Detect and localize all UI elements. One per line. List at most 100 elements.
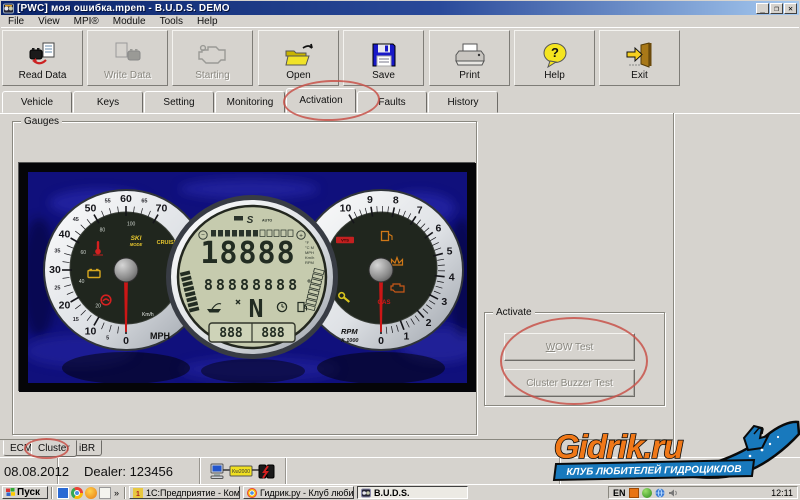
status-dealer: Dealer: 123456 (58, 458, 200, 485)
restore-button[interactable]: ❐ (770, 3, 783, 14)
start-button[interactable]: Пуск (2, 486, 48, 499)
app-icon (3, 3, 14, 14)
page-tabs: Vehicle Keys Setting Monitoring Activati… (0, 88, 800, 113)
rpm-unit-label: RPM (341, 327, 358, 336)
svg-text:10: 10 (340, 203, 352, 215)
system-tray: EN 12:11 (608, 486, 798, 499)
lcd-bottom-left-value: 888 (219, 326, 243, 341)
save-label: Save (372, 70, 395, 81)
minimize-button[interactable]: _ (756, 3, 769, 14)
menu-help[interactable]: Help (190, 16, 225, 27)
exit-icon (625, 40, 655, 70)
1c-icon: 1 (133, 488, 143, 498)
svg-text:40: 40 (79, 279, 85, 285)
cluster-buzzer-test-button[interactable]: Cluster Buzzer Test (504, 369, 635, 397)
player-icon[interactable] (85, 487, 97, 499)
svg-text:7: 7 (417, 204, 423, 216)
svg-text:35: 35 (54, 249, 60, 255)
read-data-button[interactable]: Read Data (2, 30, 83, 86)
menu-bar: File View MPI® Module Tools Help (1, 15, 799, 28)
save-icon (371, 40, 397, 70)
svg-text:2: 2 (426, 317, 432, 329)
toolbar: Read Data Write Data Starting (0, 28, 800, 88)
help-button[interactable]: ? Help (514, 30, 595, 86)
task-gidrik[interactable]: Гидрик.ру - Клуб люби... (243, 486, 354, 499)
tray-agent-icon[interactable] (629, 488, 639, 498)
svg-text:6: 6 (436, 222, 442, 234)
svg-text:9: 9 (367, 194, 373, 206)
tray-antivirus-icon[interactable] (642, 488, 652, 498)
tray-network-icon[interactable] (655, 488, 665, 498)
menu-tools[interactable]: Tools (153, 16, 190, 27)
gauge-cluster-image: 0102030405060705152535455565 20406080100… (18, 162, 475, 391)
svg-text:0: 0 (378, 335, 384, 347)
svg-text:60: 60 (120, 193, 132, 205)
taskbar-separator (124, 487, 126, 499)
svg-text:S: S (247, 215, 254, 226)
taskbar-clock[interactable]: 12:11 (771, 488, 793, 498)
vts-indicator: VTS (336, 237, 354, 243)
svg-text:10: 10 (85, 325, 97, 337)
buds-application-window: [PWC] моя ошибка.mpem - B.U.D.S. DEMO _ … (0, 0, 800, 500)
tab-keys[interactable]: Keys (73, 91, 143, 113)
menu-view[interactable]: View (31, 16, 67, 27)
tray-volume-icon[interactable] (668, 488, 678, 498)
svg-text:1: 1 (404, 330, 410, 342)
svg-text:80: 80 (100, 228, 106, 234)
svg-text:60: 60 (81, 250, 87, 256)
module-tab-cluster[interactable]: Cluster (31, 440, 77, 457)
tab-activation[interactable]: Activation (286, 88, 356, 113)
notes-icon[interactable] (99, 487, 111, 499)
svg-text:8: 8 (393, 195, 399, 207)
write-data-button[interactable]: Write Data (87, 30, 168, 86)
menu-file[interactable]: File (1, 16, 31, 27)
tab-monitoring[interactable]: Monitoring (215, 91, 285, 113)
svg-text:X 1000: X 1000 (340, 338, 358, 344)
svg-text:40: 40 (59, 229, 71, 241)
starting-button[interactable]: Starting (172, 30, 253, 86)
svg-text:0: 0 (123, 335, 129, 347)
windows-logo-icon (6, 488, 15, 497)
svg-text:Kw2000: Kw2000 (231, 469, 249, 475)
svg-text:20: 20 (59, 300, 71, 312)
gauges-groupbox-label: Gauges (21, 116, 62, 127)
task-1c[interactable]: 1 1С:Предприятие - Комп... (129, 486, 240, 499)
svg-text:65: 65 (141, 198, 147, 204)
kw2000-adapter-icon: Kw2000 (230, 466, 252, 476)
svg-text:?: ? (551, 45, 559, 60)
menu-module[interactable]: Module (106, 16, 153, 27)
close-button[interactable]: ✕ (784, 3, 797, 14)
activate-groupbox: Activate WOW Test Cluster Buzzer Test (484, 312, 665, 406)
help-icon: ? (542, 40, 568, 70)
svg-text:50: 50 (85, 203, 97, 215)
save-button[interactable]: Save (343, 30, 424, 86)
open-icon (283, 40, 315, 70)
svg-text:25: 25 (54, 285, 60, 291)
svg-text:20: 20 (95, 304, 101, 310)
svg-text:RPM: RPM (305, 260, 314, 265)
show-desktop-icon[interactable] (57, 487, 69, 499)
exit-button[interactable]: Exit (599, 30, 680, 86)
activate-groupbox-label: Activate (493, 307, 535, 318)
tab-vehicle[interactable]: Vehicle (2, 91, 72, 113)
menu-mpi[interactable]: MPI® (67, 16, 106, 27)
quick-launch-overflow[interactable]: » (114, 488, 119, 498)
language-indicator[interactable]: EN (613, 488, 626, 498)
help-label: Help (544, 70, 565, 81)
tab-faults[interactable]: Faults (357, 91, 427, 113)
open-button[interactable]: Open (258, 30, 339, 86)
chrome-tab-icon (247, 488, 257, 498)
wow-test-button[interactable]: WOW Test (504, 333, 635, 361)
tab-history[interactable]: History (428, 91, 498, 113)
lcd-message-row: 88888888 (204, 276, 300, 294)
svg-text:30: 30 (49, 264, 61, 276)
task-buds[interactable]: B.U.D.S. (357, 486, 468, 499)
tachometer-hub (369, 258, 393, 282)
svg-text:4: 4 (449, 271, 455, 283)
gas-indicator: GAS (377, 300, 390, 306)
print-button[interactable]: Print (429, 30, 510, 86)
taskbar: Пуск » 1 1С:Предприятие - Комп... Гидрик… (0, 484, 800, 500)
svg-text:AUTO: AUTO (262, 219, 272, 223)
chrome-icon[interactable] (71, 487, 83, 499)
tab-setting[interactable]: Setting (144, 91, 214, 113)
